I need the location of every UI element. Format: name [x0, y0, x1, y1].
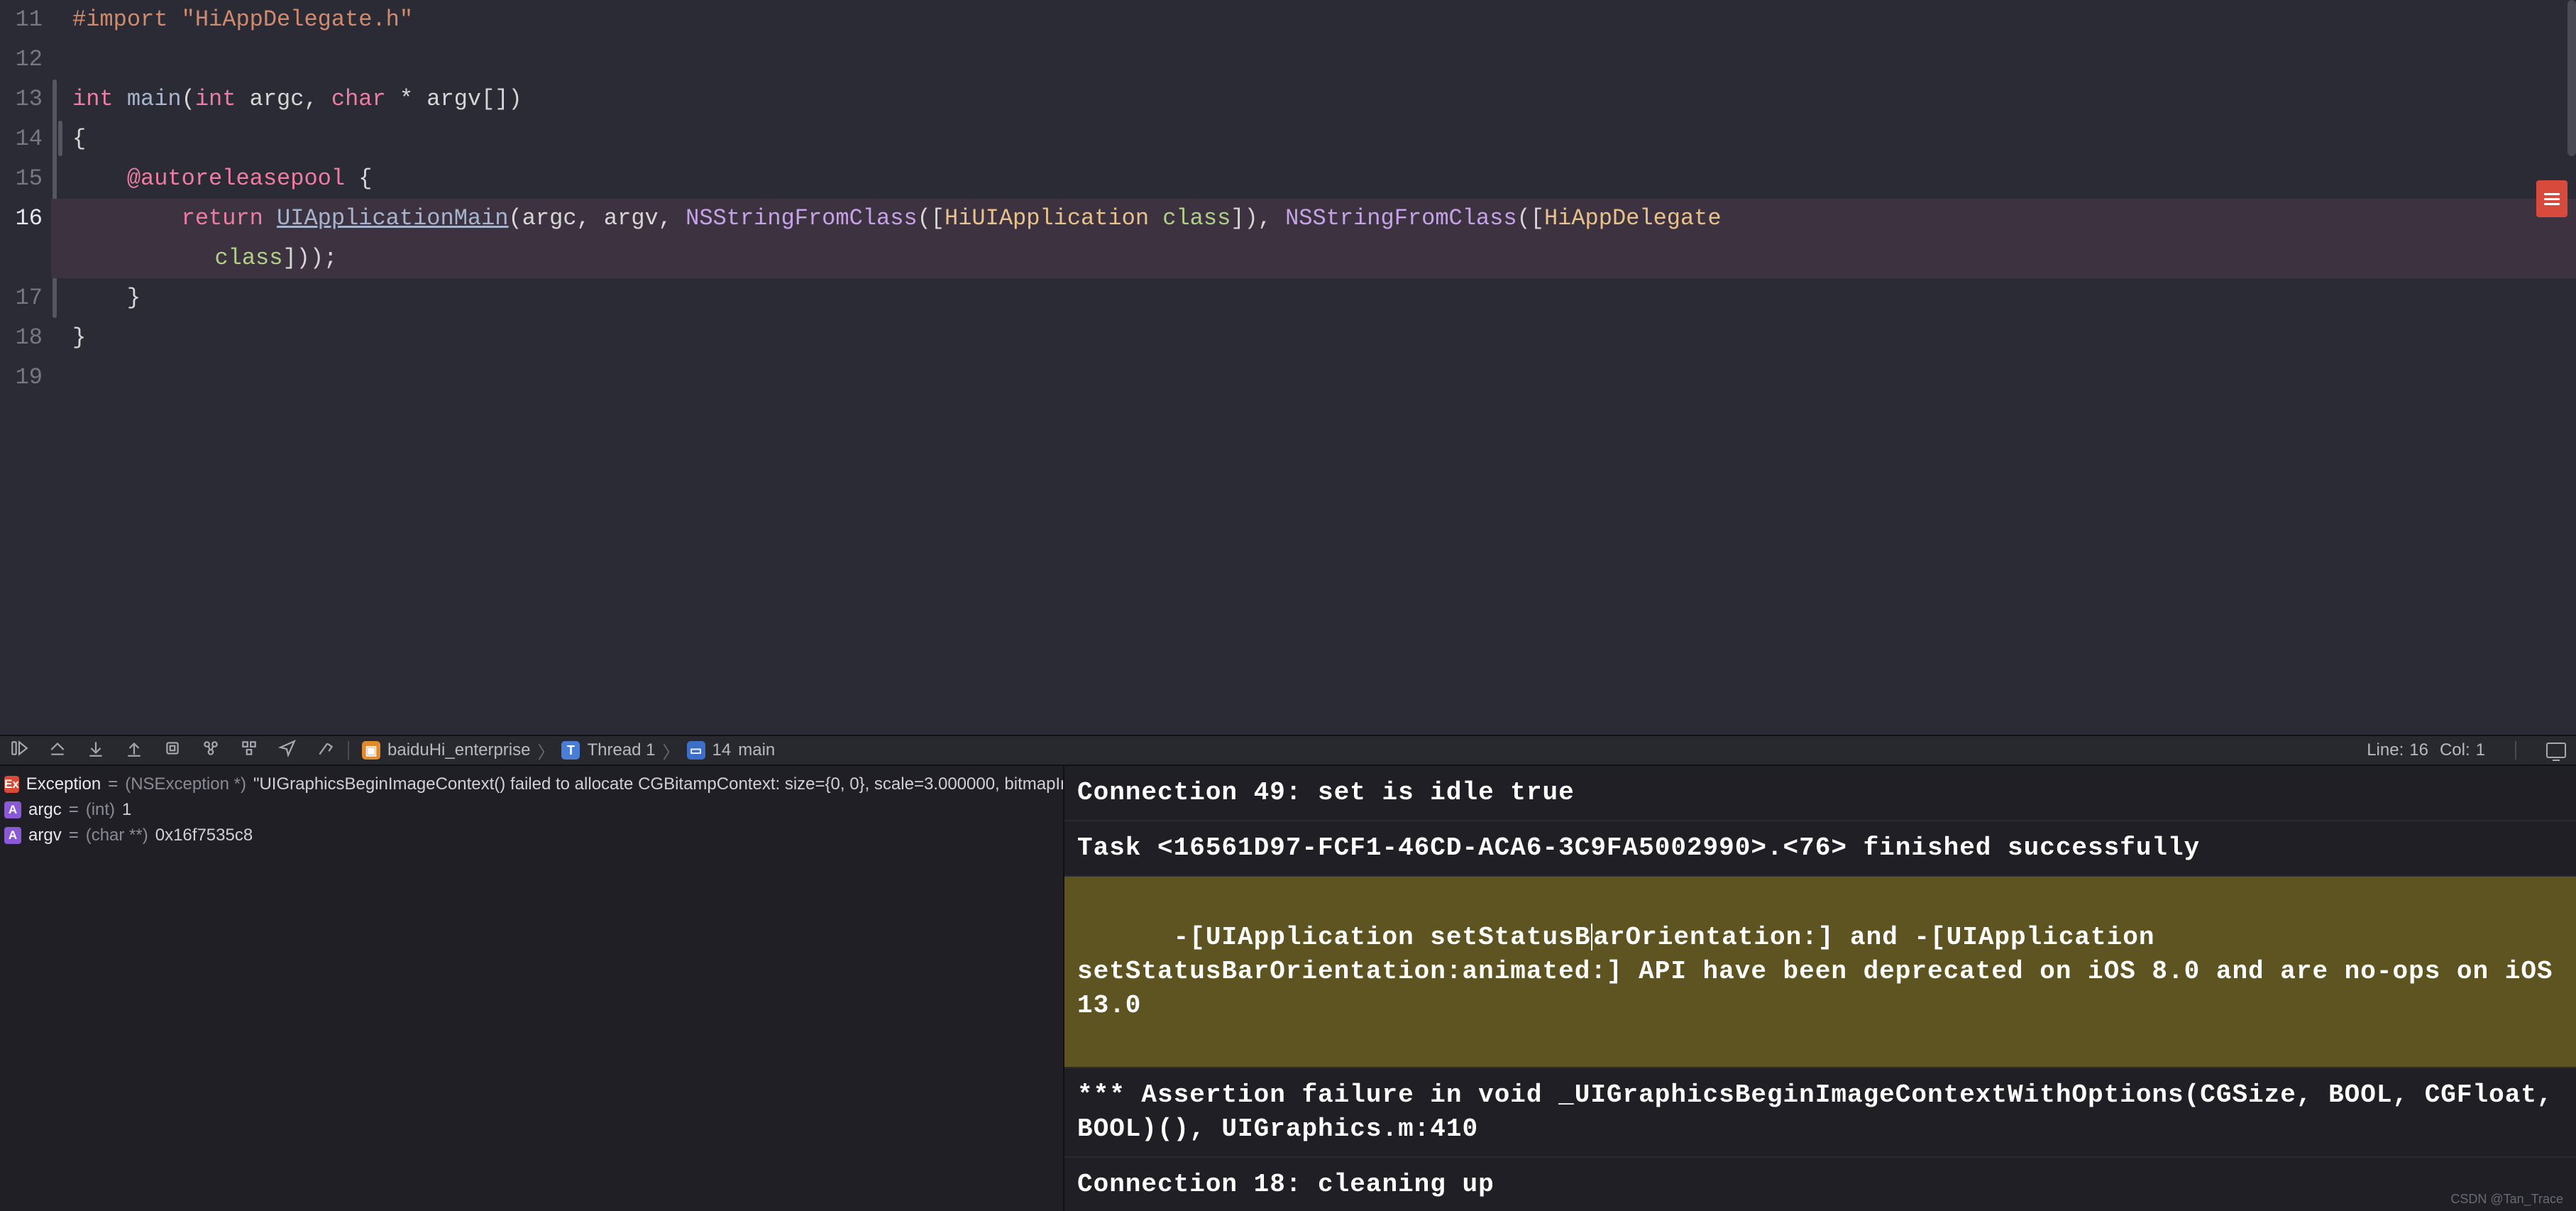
crumb-thread[interactable]: T Thread 1 〉 [561, 738, 679, 763]
debug-view-icon[interactable] [202, 739, 220, 762]
var-value: "UIGraphicsBeginImageContext() failed to… [253, 774, 1063, 794]
var-name: argc [28, 800, 62, 820]
line-number-current: 16 [0, 199, 51, 239]
target-icon: ▣ [362, 741, 380, 760]
crumb-target[interactable]: ▣ baiduHi_enterprise 〉 [362, 738, 554, 763]
var-type: (int) [86, 800, 115, 820]
var-eq: = [69, 800, 79, 820]
variable-row[interactable]: A argc = (int) 1 [0, 797, 1063, 823]
line-number: 18 [0, 318, 51, 358]
line-gutter: 11 12 13 14 15 16 17 18 19 [0, 0, 51, 735]
code-line[interactable]: } [51, 318, 2576, 358]
crumb-frame[interactable]: ▭ 14 main [687, 740, 776, 760]
step-into-icon[interactable] [125, 739, 143, 762]
console-output[interactable]: Connection 49: set is idle true Task <16… [1064, 766, 2576, 1211]
toggle-breakpoints-icon[interactable] [10, 739, 28, 762]
status-bar: Line: 16 Col: 1 [2367, 740, 2566, 760]
code-line[interactable] [51, 40, 2576, 80]
line-number [0, 239, 51, 278]
hamburger-icon [2544, 198, 2560, 200]
var-type: (NSException *) [125, 774, 246, 794]
step-over-icon[interactable] [87, 739, 105, 762]
var-type: (char **) [86, 826, 148, 845]
debug-area: Ex Exception = (NSException *) "UIGraphi… [0, 766, 2576, 1211]
status-col-label: Col: [2440, 740, 2470, 760]
line-number: 12 [0, 40, 51, 80]
code-line[interactable]: @autoreleasepool { [51, 159, 2576, 199]
canvas-icon[interactable] [2546, 743, 2566, 758]
var-value: 0x16f7535c8 [155, 826, 253, 845]
line-number: 19 [0, 358, 51, 398]
line-number: 11 [0, 0, 51, 40]
status-line-label: Line: [2367, 740, 2404, 760]
debug-breadcrumb: ▣ baiduHi_enterprise 〉 T Thread 1 〉 ▭ 14… [362, 738, 775, 763]
issue-indicator-button[interactable] [2536, 180, 2567, 217]
code-line[interactable]: #import "HiAppDelegate.h" [51, 0, 2576, 40]
crumb-frame-num: 14 [712, 740, 732, 760]
editor-scrollbar[interactable] [2567, 0, 2576, 156]
code-line[interactable]: } [51, 278, 2576, 318]
code-line[interactable] [51, 358, 2576, 398]
code-line-current[interactable]: class])); [51, 239, 2576, 278]
status-line-value: 16 [2409, 740, 2428, 760]
crumb-label: Thread 1 [587, 740, 655, 760]
argument-badge-icon: A [4, 827, 21, 844]
code-line[interactable]: int main(int argc, char * argv[]) [51, 80, 2576, 119]
var-eq: = [69, 826, 79, 845]
crumb-label: main [738, 740, 775, 760]
console-line-warning[interactable]: -[UIApplication setStatusBarOrientation:… [1064, 877, 2576, 1068]
console-line[interactable]: Task <16561D97-FCF1-46CD-ACA6-3C9FA50029… [1064, 821, 2576, 877]
watermark: CSDN @Tan_Trace [2450, 1192, 2563, 1207]
line-number: 14 [0, 119, 51, 159]
debug-controls [10, 739, 335, 762]
toolbar-separator [348, 741, 349, 760]
thread-icon: T [561, 741, 580, 760]
var-name: argv [28, 826, 62, 845]
code-line-current[interactable]: return UIApplicationMain(argc, argv, NSS… [51, 199, 2576, 239]
console-line[interactable]: Connection 49: set is idle true [1064, 766, 2576, 821]
code-area[interactable]: #import "HiAppDelegate.h" int main(int a… [51, 0, 2576, 735]
continue-icon[interactable] [48, 739, 67, 762]
line-number: 17 [0, 278, 51, 318]
variable-row[interactable]: A argv = (char **) 0x16f7535c8 [0, 823, 1063, 848]
toolbar-separator [2515, 741, 2516, 760]
memory-graph-icon[interactable] [240, 739, 258, 762]
console-line[interactable]: *** Assertion failure in void _UIGraphic… [1064, 1068, 2576, 1158]
line-number: 15 [0, 159, 51, 199]
location-icon[interactable] [278, 739, 297, 762]
variables-view[interactable]: Ex Exception = (NSException *) "UIGraphi… [0, 766, 1064, 1211]
step-out-icon[interactable] [163, 739, 182, 762]
frame-icon: ▭ [687, 741, 705, 760]
var-name: Exception [26, 774, 101, 794]
var-eq: = [108, 774, 118, 794]
chevron-right-icon: 〉 [663, 738, 680, 763]
chevron-right-icon: 〉 [537, 738, 554, 763]
argument-badge-icon: A [4, 801, 21, 818]
console-line[interactable]: Connection 18: cleaning up [1064, 1158, 2576, 1211]
console-text: -[UIApplication setStatusB [1174, 923, 1591, 952]
exception-badge-icon: Ex [4, 776, 19, 793]
code-line[interactable]: { [51, 119, 2576, 159]
debug-toolbar: ▣ baiduHi_enterprise 〉 T Thread 1 〉 ▭ 14… [0, 735, 2576, 766]
environment-overrides-icon[interactable] [317, 739, 335, 762]
crumb-label: baiduHi_enterprise [387, 740, 530, 760]
status-col-value: 1 [2476, 740, 2485, 760]
code-editor[interactable]: 11 12 13 14 15 16 17 18 19 #import "HiAp… [0, 0, 2576, 735]
var-value: 1 [122, 800, 131, 820]
variable-row[interactable]: Ex Exception = (NSException *) "UIGraphi… [0, 772, 1063, 797]
line-number: 13 [0, 80, 51, 119]
